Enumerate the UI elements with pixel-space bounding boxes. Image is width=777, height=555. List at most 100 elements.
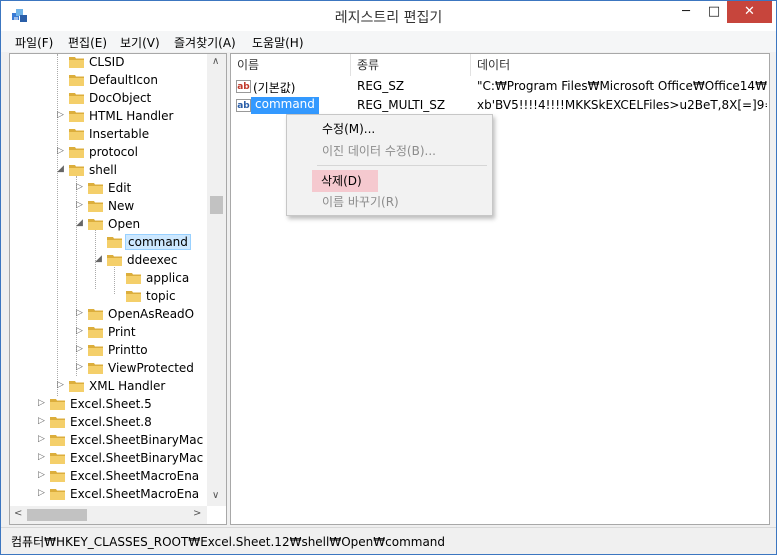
expand-arrow-icon[interactable]: ▷ <box>76 362 86 372</box>
folder-icon <box>50 471 65 482</box>
expand-arrow-icon[interactable]: ▷ <box>38 434 48 444</box>
minimize-button[interactable]: ─ <box>673 1 699 23</box>
window-title: 레지스트리 편집기 <box>334 10 443 26</box>
tree-item-label: XML Handler <box>89 379 166 393</box>
string-value-icon: ab <box>236 80 251 93</box>
multi-string-value-icon: ab <box>236 99 251 112</box>
tree-item-label: Excel.SheetMacroEna <box>70 487 200 501</box>
folder-icon <box>50 489 65 500</box>
folder-icon <box>88 327 103 338</box>
expand-arrow-icon[interactable]: ◢ <box>95 254 105 264</box>
tree-item-label: shell <box>89 163 117 177</box>
expand-arrow-icon[interactable]: ▷ <box>38 452 48 462</box>
expand-arrow-icon[interactable]: ▷ <box>38 398 48 408</box>
folder-icon <box>126 291 141 302</box>
close-button[interactable]: ✕ <box>727 1 772 23</box>
folder-icon <box>88 201 103 212</box>
menu-view[interactable]: 보기(V) <box>120 34 160 51</box>
tree-item-label: protocol <box>89 145 138 159</box>
value-type: REG_MULTI_SZ <box>357 98 446 112</box>
title-bar[interactable]: 레지스트리 편집기 ─ □ ✕ <box>1 1 776 31</box>
tree-item-label: Excel.Sheet.8 <box>70 415 152 429</box>
folder-icon <box>69 381 84 392</box>
value-data: "C:₩Program Files₩Microsoft Office₩Offic… <box>477 79 767 93</box>
expand-arrow-icon[interactable]: ▷ <box>38 416 48 426</box>
folder-icon <box>88 183 103 194</box>
tree-item-label: OpenAsReadO <box>108 307 195 321</box>
tree-item-label: ViewProtected <box>108 361 194 375</box>
expand-arrow-icon[interactable]: ◢ <box>76 218 86 228</box>
menu-favorites[interactable]: 즐겨찾기(A) <box>174 34 236 51</box>
value-name: (기본값) <box>253 81 296 95</box>
menu-help[interactable]: 도움말(H) <box>252 34 304 51</box>
folder-icon <box>50 417 65 428</box>
tree-item-label: ddeexec <box>127 253 178 267</box>
expand-arrow-icon[interactable]: ▷ <box>76 344 86 354</box>
tree-item-label: Excel.SheetBinaryMac <box>70 451 204 465</box>
column-header-data[interactable]: 데이터 <box>471 54 769 76</box>
scroll-down-icon[interactable]: ∨ <box>212 490 219 501</box>
maximize-button[interactable]: □ <box>701 1 727 23</box>
folder-icon <box>88 219 103 230</box>
tree-item-label: applica <box>146 271 190 285</box>
folder-icon <box>69 75 84 86</box>
folder-icon <box>69 57 84 68</box>
expand-arrow-icon[interactable]: ▷ <box>76 326 86 336</box>
value-data: xb'BV5!!!!4!!!!MKKSkEXCELFiles>u2BeT,8X[… <box>477 98 767 112</box>
folder-icon <box>69 111 84 122</box>
tree-item-label: Edit <box>108 181 132 195</box>
key-tree-pane[interactable]: CLSID DefaultIcon DocObject ▷ HTML Handler In… <box>9 53 227 525</box>
context-menu-delete[interactable]: 삭제(D) <box>312 170 378 192</box>
expand-arrow-icon[interactable]: ▷ <box>38 470 48 480</box>
folder-icon <box>69 129 84 140</box>
folder-icon <box>69 165 84 176</box>
registry-editor-window: 레지스트리 편집기 ─ □ ✕ 파일(F) 편집(E) 보기(V) 즐겨찾기(A… <box>0 0 777 555</box>
expand-arrow-icon[interactable]: ▷ <box>76 308 86 318</box>
value-row[interactable]: ab (기본값) REG_SZ "C:₩Program Files₩Micros… <box>231 78 769 96</box>
expand-arrow-icon[interactable]: ▷ <box>57 380 67 390</box>
column-header-name[interactable]: 이름 <box>231 54 351 76</box>
folder-icon <box>88 309 103 320</box>
status-bar: 컴퓨터₩HKEY_CLASSES_ROOT₩Excel.Sheet.12₩she… <box>1 527 776 554</box>
expand-arrow-icon[interactable]: ▷ <box>57 110 67 120</box>
folder-icon <box>107 237 122 248</box>
folder-icon <box>50 453 65 464</box>
folder-icon <box>126 273 141 284</box>
value-row-selected[interactable]: ab command REG_MULTI_SZ xb'BV5!!!!4!!!!M… <box>231 97 769 115</box>
tree-item-label: Open <box>108 217 141 231</box>
context-menu: 수정(M)... 이진 데이터 수정(B)... 삭제(D) 이름 바꾸기(R) <box>286 114 493 216</box>
scroll-up-icon[interactable]: ∧ <box>212 56 219 67</box>
menu-bar: 파일(F) 편집(E) 보기(V) 즐겨찾기(A) 도움말(H) <box>1 31 776 52</box>
tree-horizontal-scroll-thumb[interactable] <box>27 509 87 521</box>
context-menu-modify[interactable]: 수정(M)... <box>290 118 488 140</box>
menu-edit[interactable]: 편집(E) <box>68 34 107 51</box>
expand-arrow-icon[interactable]: ▷ <box>57 146 67 156</box>
tree-item-label: DefaultIcon <box>89 73 158 87</box>
scroll-right-icon[interactable]: > <box>193 508 201 519</box>
tree-item-label: Excel.SheetBinaryMac <box>70 433 204 447</box>
expand-arrow-icon[interactable]: ▷ <box>76 182 86 192</box>
scroll-left-icon[interactable]: < <box>14 508 22 519</box>
context-menu-rename[interactable]: 이름 바꾸기(R) <box>290 191 488 213</box>
tree-item-label: DocObject <box>89 91 152 105</box>
value-type: REG_SZ <box>357 79 405 93</box>
expand-arrow-icon[interactable]: ◢ <box>57 164 67 174</box>
tree-item-label: New <box>108 199 135 213</box>
tree-item-label: Print <box>108 325 136 339</box>
expand-arrow-icon[interactable]: ▷ <box>38 488 48 498</box>
folder-icon <box>107 255 122 266</box>
tree-item-label: Printto <box>108 343 148 357</box>
context-menu-modify-binary[interactable]: 이진 데이터 수정(B)... <box>290 140 488 162</box>
tree-item-label: command <box>125 234 191 250</box>
tree-item-label: Excel.SheetMacroEna <box>70 469 200 483</box>
tree-item-label: CLSID <box>89 55 125 69</box>
folder-icon <box>50 435 65 446</box>
tree-vertical-scrollbar[interactable]: ∧ ∨ <box>207 54 226 506</box>
tree-horizontal-scrollbar[interactable]: < > <box>10 506 207 524</box>
expand-arrow-icon[interactable]: ▷ <box>76 200 86 210</box>
menu-file[interactable]: 파일(F) <box>15 34 53 51</box>
tree-vertical-scroll-thumb[interactable] <box>210 196 223 214</box>
context-menu-separator <box>317 165 487 166</box>
folder-icon <box>88 363 103 374</box>
column-header-type[interactable]: 종류 <box>351 54 471 76</box>
